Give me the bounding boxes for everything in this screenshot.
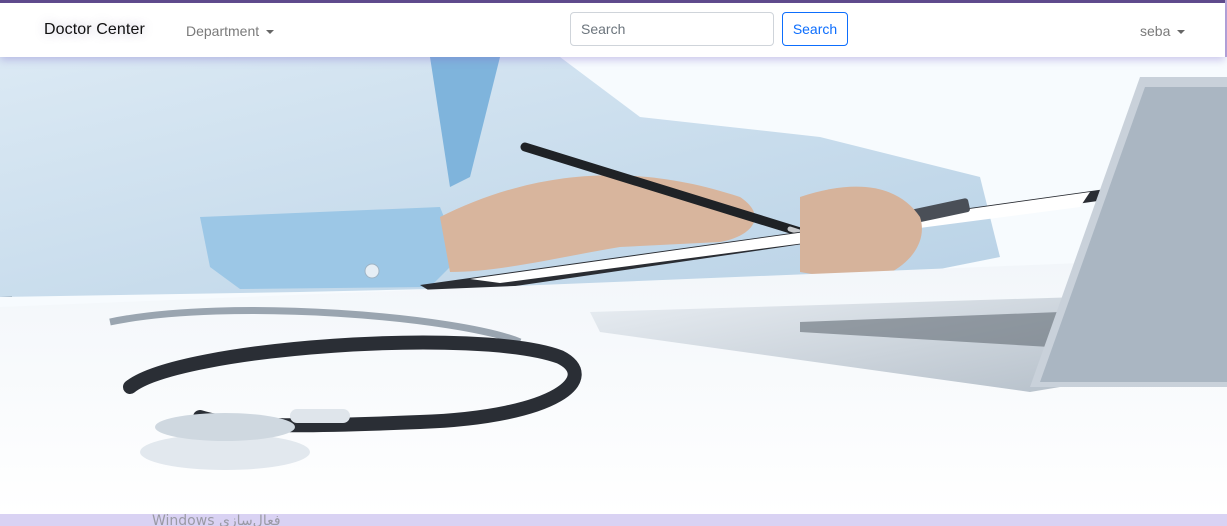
navbar: Doctor Center Department Search seba — [0, 3, 1225, 57]
brand-logo-link[interactable]: Doctor Center — [44, 21, 145, 39]
chevron-down-icon — [1177, 30, 1186, 35]
windows-activation-watermark: Windows فعال‌سازی — [152, 513, 281, 526]
chevron-down-icon — [266, 30, 275, 35]
search-button[interactable]: Search — [782, 12, 848, 46]
hero-image — [0, 57, 1227, 514]
user-dropdown[interactable]: seba — [1140, 23, 1186, 39]
doctor-desk-illustration — [0, 57, 1227, 514]
search-input[interactable] — [570, 12, 774, 46]
department-dropdown[interactable]: Department — [186, 23, 275, 39]
user-name: seba — [1140, 23, 1171, 39]
department-label: Department — [186, 23, 260, 39]
